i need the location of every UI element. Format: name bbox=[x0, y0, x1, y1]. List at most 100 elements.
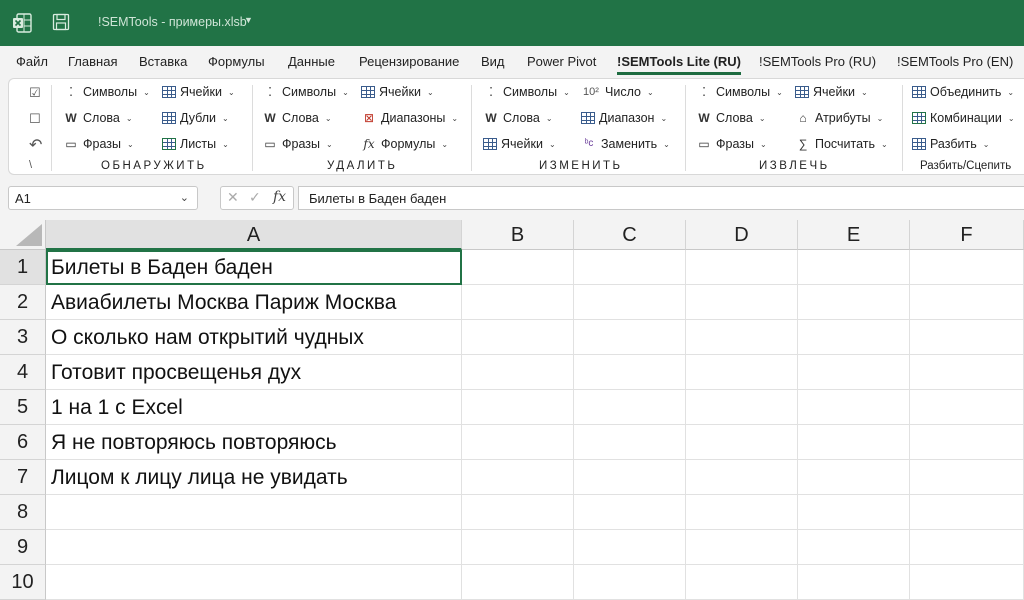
extract-phrases-button[interactable]: ▭ Фразы ⌄ bbox=[696, 137, 766, 151]
name-box[interactable]: A1 ⌄ bbox=[8, 186, 198, 210]
cell-d3[interactable] bbox=[686, 320, 798, 355]
tab-power-pivot[interactable]: Power Pivot bbox=[527, 54, 596, 69]
cell-b3[interactable] bbox=[462, 320, 574, 355]
detect-sheets-button[interactable]: Листы ⌄ bbox=[162, 137, 229, 151]
tab-formulas[interactable]: Формулы bbox=[208, 54, 265, 69]
undo-icon[interactable]: ↶ bbox=[29, 135, 42, 155]
change-cells-button[interactable]: Ячейки ⌄ bbox=[483, 137, 556, 151]
cell-e7[interactable] bbox=[798, 460, 910, 495]
remove-words-button[interactable]: W Слова ⌄ bbox=[262, 111, 331, 125]
cell-f9[interactable] bbox=[910, 530, 1024, 565]
cell-d4[interactable] bbox=[686, 355, 798, 390]
cell-a10[interactable] bbox=[46, 565, 462, 600]
cell-e3[interactable] bbox=[798, 320, 910, 355]
cell-f3[interactable] bbox=[910, 320, 1024, 355]
tab-review[interactable]: Рецензирование bbox=[359, 54, 459, 69]
row-header-2[interactable]: 2 bbox=[0, 285, 46, 320]
tab-semtools-pro-ru[interactable]: !SEMTools Pro (RU) bbox=[759, 54, 876, 69]
remove-ranges-button[interactable]: ⊠ Диапазоны ⌄ bbox=[361, 111, 458, 125]
cell-f6[interactable] bbox=[910, 425, 1024, 460]
cancel-icon[interactable]: ✕ bbox=[227, 189, 239, 206]
checkbox-empty-icon[interactable]: ☐ bbox=[29, 111, 41, 127]
change-range-button[interactable]: Диапазон ⌄ bbox=[581, 111, 667, 125]
cell-e8[interactable] bbox=[798, 495, 910, 530]
cell-f7[interactable] bbox=[910, 460, 1024, 495]
cell-b6[interactable] bbox=[462, 425, 574, 460]
cell-a7[interactable]: Лицом к лицу лица не увидать bbox=[46, 460, 462, 495]
cell-e1[interactable] bbox=[798, 250, 910, 285]
cell-f4[interactable] bbox=[910, 355, 1024, 390]
column-header-e[interactable]: E bbox=[798, 220, 910, 250]
cell-d6[interactable] bbox=[686, 425, 798, 460]
cell-b8[interactable] bbox=[462, 495, 574, 530]
cell-c4[interactable] bbox=[574, 355, 686, 390]
tab-semtools-pro-en[interactable]: !SEMTools Pro (EN) bbox=[897, 54, 1013, 69]
split-button[interactable]: Разбить ⌄ bbox=[912, 137, 989, 151]
change-words-button[interactable]: W Слова ⌄ bbox=[483, 111, 552, 125]
cell-c6[interactable] bbox=[574, 425, 686, 460]
column-header-c[interactable]: C bbox=[574, 220, 686, 250]
cell-d10[interactable] bbox=[686, 565, 798, 600]
column-header-a[interactable]: A bbox=[46, 220, 462, 250]
excel-icon[interactable] bbox=[12, 13, 32, 33]
row-header-10[interactable]: 10 bbox=[0, 565, 46, 600]
cell-b4[interactable] bbox=[462, 355, 574, 390]
cell-b10[interactable] bbox=[462, 565, 574, 600]
cell-c2[interactable] bbox=[574, 285, 686, 320]
tab-view[interactable]: Вид bbox=[481, 54, 505, 69]
tab-data[interactable]: Данные bbox=[288, 54, 335, 69]
column-header-f[interactable]: F bbox=[910, 220, 1024, 250]
cell-f2[interactable] bbox=[910, 285, 1024, 320]
remove-cells-button[interactable]: Ячейки ⌄ bbox=[361, 85, 434, 99]
cell-b5[interactable] bbox=[462, 390, 574, 425]
cell-f8[interactable] bbox=[910, 495, 1024, 530]
cell-f10[interactable] bbox=[910, 565, 1024, 600]
confirm-icon[interactable]: ✓ bbox=[249, 189, 261, 206]
cell-e5[interactable] bbox=[798, 390, 910, 425]
cell-c7[interactable] bbox=[574, 460, 686, 495]
row-header-5[interactable]: 5 bbox=[0, 390, 46, 425]
row-header-4[interactable]: 4 bbox=[0, 355, 46, 390]
row-header-7[interactable]: 7 bbox=[0, 460, 46, 495]
cell-d5[interactable] bbox=[686, 390, 798, 425]
cell-a3[interactable]: О сколько нам открытий чудных bbox=[46, 320, 462, 355]
detect-duplicates-button[interactable]: Дубли ⌄ bbox=[162, 111, 229, 125]
cell-d2[interactable] bbox=[686, 285, 798, 320]
title-chevron-down-icon[interactable]: ▼ bbox=[244, 15, 253, 25]
change-number-button[interactable]: 10² Число ⌄ bbox=[581, 85, 654, 99]
cell-c8[interactable] bbox=[574, 495, 686, 530]
fx-icon[interactable]: fx bbox=[273, 189, 286, 205]
select-all-button[interactable] bbox=[0, 220, 46, 250]
row-header-1[interactable]: 1 bbox=[0, 250, 46, 285]
cell-c1[interactable] bbox=[574, 250, 686, 285]
remove-formulas-button[interactable]: fx Формулы ⌄ bbox=[361, 137, 448, 151]
cell-c5[interactable] bbox=[574, 390, 686, 425]
cell-a4[interactable]: Готовит просвещенья дух bbox=[46, 355, 462, 390]
cell-a8[interactable] bbox=[46, 495, 462, 530]
cell-f5[interactable] bbox=[910, 390, 1024, 425]
merge-button[interactable]: Объединить ⌄ bbox=[912, 85, 1014, 99]
remove-phrases-button[interactable]: ▭ Фразы ⌄ bbox=[262, 137, 332, 151]
tab-home[interactable]: Главная bbox=[68, 54, 117, 69]
cell-a2[interactable]: Авиабилеты Москва Париж Москва bbox=[46, 285, 462, 320]
count-button[interactable]: ∑ Посчитать ⌄ bbox=[795, 137, 888, 151]
remove-symbols-button[interactable]: ⁚ Символы ⌄ bbox=[262, 85, 349, 99]
cell-d9[interactable] bbox=[686, 530, 798, 565]
row-header-6[interactable]: 6 bbox=[0, 425, 46, 460]
detect-words-button[interactable]: W Слова ⌄ bbox=[63, 111, 132, 125]
cell-a9[interactable] bbox=[46, 530, 462, 565]
formula-input[interactable]: Билеты в Баден баден bbox=[298, 186, 1024, 210]
detect-phrases-button[interactable]: ▭ Фразы ⌄ bbox=[63, 137, 133, 151]
cell-a6[interactable]: Я не повторяюсь повторяюсь bbox=[46, 425, 462, 460]
extract-words-button[interactable]: W Слова ⌄ bbox=[696, 111, 765, 125]
cell-e2[interactable] bbox=[798, 285, 910, 320]
chevron-down-icon[interactable]: ⌄ bbox=[180, 191, 189, 204]
extract-attributes-button[interactable]: ⌂ Атрибуты ⌄ bbox=[795, 111, 883, 125]
cell-b2[interactable] bbox=[462, 285, 574, 320]
combinations-button[interactable]: Комбинации ⌄ bbox=[912, 111, 1015, 125]
cell-a1[interactable]: Билеты в Баден баден bbox=[46, 250, 462, 285]
cell-f1[interactable] bbox=[910, 250, 1024, 285]
row-header-9[interactable]: 9 bbox=[0, 530, 46, 565]
cell-d1[interactable] bbox=[686, 250, 798, 285]
cell-c9[interactable] bbox=[574, 530, 686, 565]
